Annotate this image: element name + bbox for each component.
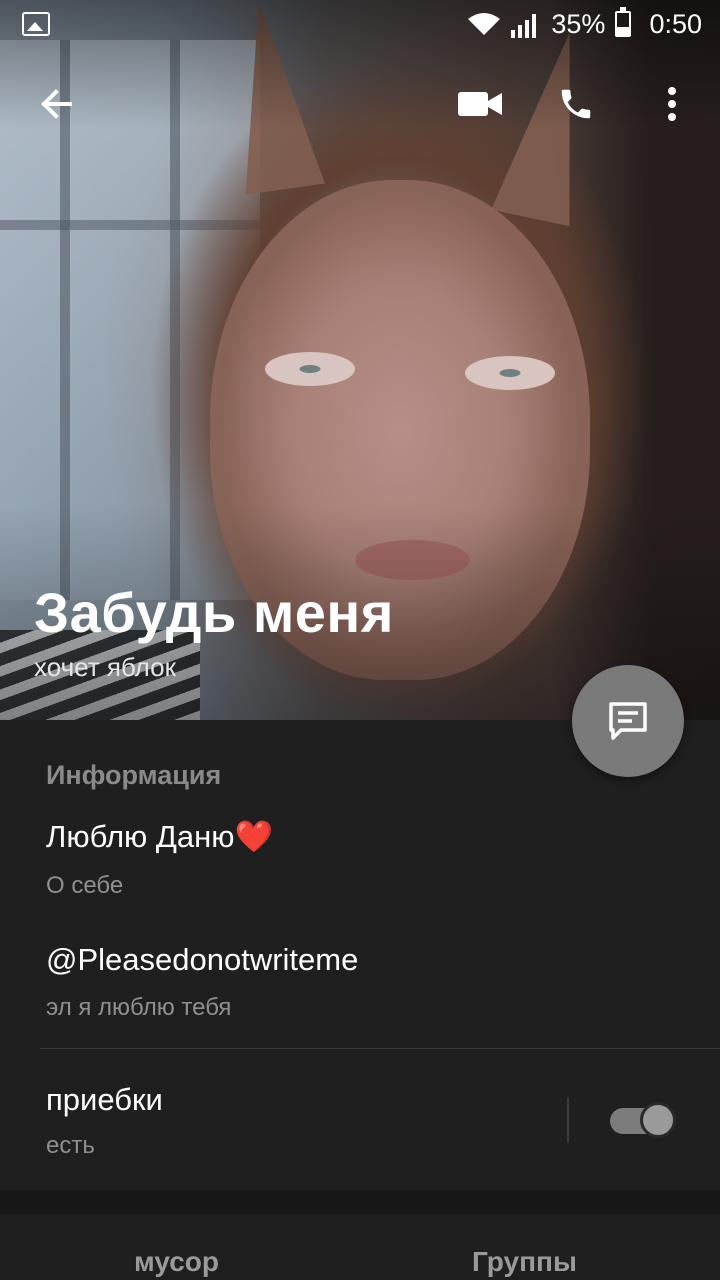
- phone-icon: [561, 89, 591, 119]
- profile-status: хочет яблок: [34, 652, 176, 682]
- section-gap: [0, 1190, 720, 1214]
- send-message-button[interactable]: [572, 665, 684, 777]
- clock: 0:50: [649, 8, 702, 39]
- setting-title: приебки: [46, 1082, 163, 1117]
- video-call-icon: [458, 92, 502, 116]
- status-right: 35% 0:50: [467, 7, 702, 40]
- divider: [40, 1048, 720, 1049]
- back-button[interactable]: [24, 72, 88, 136]
- tab-trash[interactable]: мусор: [134, 1246, 219, 1278]
- tab-groups[interactable]: Группы: [472, 1246, 577, 1278]
- battery-icon: [615, 7, 632, 37]
- gallery-icon: [22, 12, 50, 36]
- toggle-knob: [640, 1102, 676, 1138]
- section-title-info: Информация: [46, 760, 222, 790]
- arrow-left-icon: [41, 89, 72, 119]
- bottom-tabs: мусор Группы: [0, 1214, 720, 1280]
- video-call-button[interactable]: [448, 72, 512, 136]
- status-bar: 35% 0:50: [0, 0, 720, 48]
- username-label: эл я люблю тебя: [46, 994, 232, 1021]
- username-text: @Pleasedonotwriteme: [46, 942, 359, 977]
- bio-label: О себе: [46, 872, 124, 899]
- call-button[interactable]: [544, 72, 608, 136]
- info-section: Информация Люблю Даню❤️ О себе @Pleasedo…: [0, 720, 720, 1190]
- signal-icon: [511, 14, 537, 38]
- battery-fill: [617, 27, 630, 35]
- message-icon: [609, 702, 647, 740]
- more-vertical-icon: [668, 87, 676, 121]
- vertical-separator: [567, 1098, 569, 1142]
- bio-text: Люблю Даню❤️: [46, 819, 274, 854]
- toolbar: [0, 60, 720, 150]
- setting-toggle[interactable]: [610, 1102, 676, 1138]
- setting-subtitle: есть: [46, 1132, 95, 1159]
- profile-name: Забудь меня: [34, 581, 394, 644]
- battery-percent: 35%: [551, 8, 606, 39]
- wifi-icon: [468, 13, 501, 35]
- more-options-button[interactable]: [640, 72, 704, 136]
